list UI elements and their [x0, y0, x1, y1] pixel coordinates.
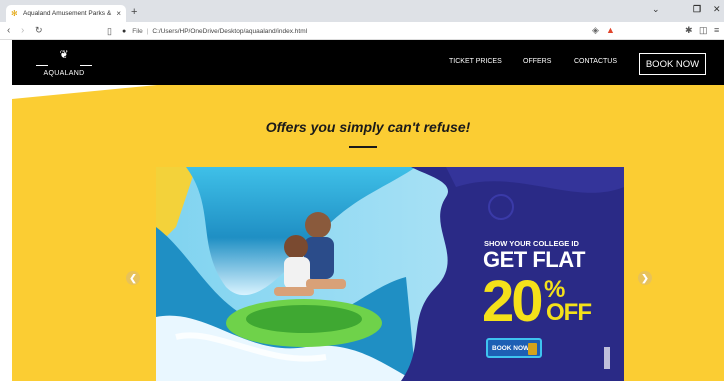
favicon-icon: ✻ — [11, 8, 18, 18]
chevron-left-icon: ❮ — [129, 272, 137, 283]
forward-icon[interactable]: › — [21, 25, 24, 36]
address-bar[interactable]: ● File | C:/Users/HP/OneDrive/Desktop/aq… — [122, 24, 592, 38]
banner-book-now-button[interactable]: BOOK NOW — [486, 338, 542, 358]
browser-tab[interactable]: ✻ Aqualand Amusement Parks & Re × — [6, 5, 126, 22]
address-url: C:/Users/HP/OneDrive/Desktop/aquaaland/i… — [152, 27, 308, 35]
offer-number: 20 — [482, 269, 543, 334]
logo[interactable]: ❦ AQUALAND — [34, 49, 94, 79]
heading-underline — [349, 146, 377, 148]
logo-emblem-icon: ❦ — [59, 49, 69, 61]
logo-text: AQUALAND — [43, 70, 85, 77]
tab-close-icon[interactable]: × — [116, 9, 121, 18]
shield-icon[interactable]: ◈ — [592, 25, 599, 36]
close-window-icon[interactable]: ✕ — [713, 4, 721, 15]
section-heading: Offers you simply can't refuse! — [265, 119, 471, 135]
banner-book-now-label: BOOK NOW — [492, 344, 530, 352]
nav-ticket-prices[interactable]: TICKET PRICES — [449, 58, 502, 65]
site-header: ❦ AQUALAND TICKET PRICES OFFERS CONTACTU… — [12, 40, 724, 85]
address-bar-row: ‹ › ↻ ▯ ● File | C:/Users/HP/OneDrive/De… — [0, 22, 724, 40]
browser-window: ✻ Aqualand Amusement Parks & Re × + ⌄ ❐ … — [0, 0, 724, 381]
address-label: File — [132, 27, 143, 35]
tab-bar: ✻ Aqualand Amusement Parks & Re × + ⌄ ❐ … — [0, 0, 724, 22]
book-now-button[interactable]: BOOK NOW — [639, 53, 706, 75]
extensions-icon[interactable]: ✱ — [685, 25, 693, 36]
menu-icon[interactable]: ≡ — [714, 25, 719, 35]
bookmark-icon[interactable]: ▯ — [107, 26, 112, 37]
tab-title: Aqualand Amusement Parks & Re — [23, 10, 114, 17]
back-icon[interactable]: ‹ — [7, 25, 10, 36]
offer-off: OFF — [546, 299, 592, 326]
carousel-next-button[interactable]: ❯ — [638, 271, 652, 285]
offer-banner[interactable]: SHOW YOUR COLLEGE ID GET FLAT 20 % OFF B… — [156, 167, 624, 381]
banner-artwork — [156, 167, 624, 381]
sidebar-icon[interactable]: ◫ — [699, 25, 708, 36]
info-icon: ● — [122, 27, 127, 35]
nav-offers[interactable]: OFFERS — [523, 58, 551, 65]
alert-icon[interactable]: ▲ — [606, 25, 615, 35]
carousel-prev-button[interactable]: ❮ — [126, 271, 140, 285]
nav-contact[interactable]: CONTACTUS — [574, 58, 617, 65]
restore-icon[interactable]: ❐ — [693, 4, 701, 15]
reload-icon[interactable]: ↻ — [35, 25, 43, 36]
chevron-right-icon: ❯ — [641, 272, 649, 283]
ticket-icon — [528, 343, 537, 355]
website: ❦ AQUALAND TICKET PRICES OFFERS CONTACTU… — [12, 40, 724, 381]
minimize-icon[interactable]: ⌄ — [652, 4, 660, 15]
new-tab-button[interactable]: + — [131, 6, 137, 18]
